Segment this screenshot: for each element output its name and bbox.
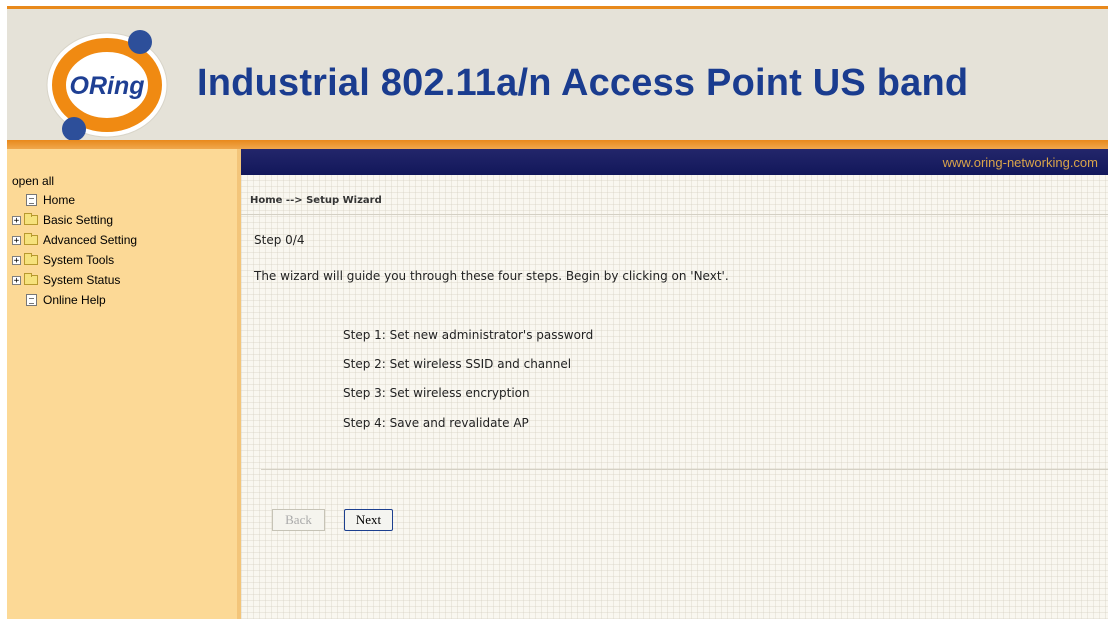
sidebar-item-online-help[interactable]: Online Help — [12, 290, 137, 310]
sidebar-item-label[interactable]: Advanced Setting — [43, 230, 137, 250]
sidebar-item-system-tools[interactable]: + System Tools — [12, 250, 137, 270]
expand-icon[interactable]: + — [12, 275, 21, 285]
folder-icon — [24, 233, 38, 245]
oring-logo: ORing — [46, 30, 168, 141]
divider — [261, 469, 1108, 470]
breadcrumb: Home --> Setup Wizard — [250, 195, 382, 206]
top-bar: www.oring-networking.com — [241, 149, 1108, 175]
folder-icon — [24, 273, 38, 285]
open-all-link[interactable]: open all — [12, 172, 137, 190]
step-item: Step 1: Set new administrator's password — [343, 328, 594, 342]
page-icon — [26, 194, 37, 206]
logo-text: ORing — [70, 72, 145, 100]
next-button[interactable]: Next — [344, 509, 393, 531]
divider — [241, 214, 1108, 215]
sidebar-item-label[interactable]: System Tools — [43, 250, 114, 270]
step-item: Step 3: Set wireless encryption — [343, 386, 530, 400]
sidebar-item-label[interactable]: System Status — [43, 270, 120, 290]
folder-icon — [24, 253, 38, 265]
step-item: Step 2: Set wireless SSID and channel — [343, 357, 572, 371]
sidebar-item-advanced-setting[interactable]: + Advanced Setting — [12, 230, 137, 250]
step-item: Step 4: Save and revalidate AP — [343, 416, 529, 430]
header: ORing Industrial 802.11a/n Access Point … — [7, 9, 1108, 141]
sidebar-item-home[interactable]: Home — [12, 190, 137, 210]
sidebar-item-label[interactable]: Home — [43, 190, 75, 210]
folder-icon — [24, 213, 38, 225]
sidebar-item-label[interactable]: Online Help — [43, 290, 106, 310]
expand-icon[interactable]: + — [12, 235, 21, 245]
expand-icon[interactable]: + — [12, 255, 21, 265]
app-frame: ORing Industrial 802.11a/n Access Point … — [7, 0, 1108, 619]
open-all-label[interactable]: open all — [12, 172, 54, 190]
wizard-intro: The wizard will guide you through these … — [254, 269, 729, 283]
website-link[interactable]: www.oring-networking.com — [943, 155, 1098, 170]
page-title: Industrial 802.11a/n Access Point US ban… — [197, 62, 969, 104]
page-icon — [26, 294, 37, 306]
header-divider — [7, 140, 1108, 149]
expand-icon[interactable]: + — [12, 215, 21, 225]
sidebar-item-basic-setting[interactable]: + Basic Setting — [12, 210, 137, 230]
sidebar-item-system-status[interactable]: + System Status — [12, 270, 137, 290]
main-content: Home --> Setup Wizard Step 0/4 The wizar… — [241, 175, 1108, 619]
sidebar-item-label[interactable]: Basic Setting — [43, 210, 113, 230]
sidebar: open all Home + Basic Setting + Advanced S… — [7, 149, 237, 619]
step-indicator: Step 0/4 — [254, 233, 305, 247]
back-button[interactable]: Back — [272, 509, 325, 531]
nav-tree: open all Home + Basic Setting + Advanced S… — [12, 172, 137, 310]
